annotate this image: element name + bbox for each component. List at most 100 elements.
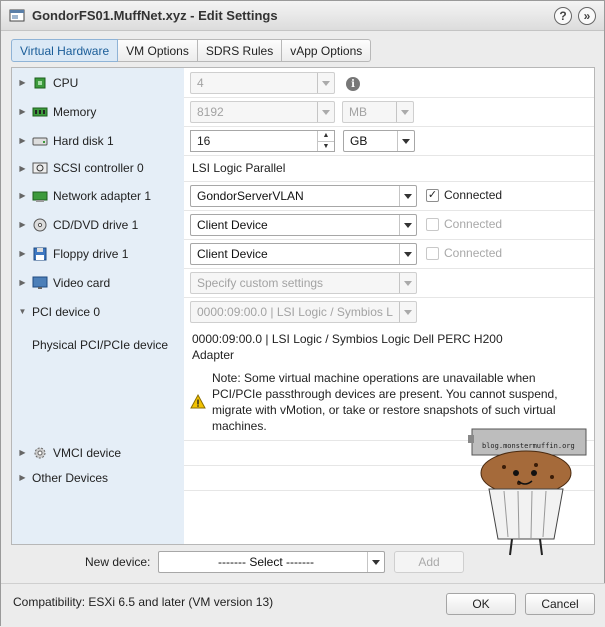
pci-value: 0000:09:00.0 | LSI Logic / Symbios L: [197, 305, 393, 319]
tab-vm-options[interactable]: VM Options: [118, 39, 198, 62]
cdrom-label: CD/DVD drive 1: [53, 217, 139, 232]
chevron-down-icon: [399, 215, 416, 235]
stepper-up-icon[interactable]: ▲: [318, 131, 334, 142]
pci-select[interactable]: 0000:09:00.0 | LSI Logic / Symbios L: [190, 301, 417, 323]
network-label-cell[interactable]: ▶ Network adapter 1: [12, 181, 184, 210]
cd-dvd-icon: [33, 218, 47, 231]
tab-vapp-options[interactable]: vApp Options: [282, 39, 372, 62]
expand-triangle-icon[interactable]: ▶: [18, 249, 27, 258]
network-value: GondorServerVLAN: [197, 189, 304, 203]
cdrom-label-cell[interactable]: ▶ CD/DVD drive 1: [12, 210, 184, 239]
title-bar: GondorFS01.MuffNet.xyz - Edit Settings ?…: [1, 1, 604, 31]
floppy-select[interactable]: Client Device: [190, 243, 417, 265]
floppy-connected-label: Connected: [444, 246, 503, 260]
scsi-controller-icon: [32, 162, 48, 174]
expand-triangle-icon[interactable]: ▶: [18, 191, 27, 200]
vmci-gear-icon: [34, 447, 46, 458]
cpu-label-cell[interactable]: ▶ CPU: [12, 68, 184, 97]
hard-disk-unit-select[interactable]: GB: [343, 130, 415, 152]
chevron-down-icon: [317, 73, 334, 93]
memory-size-field[interactable]: 8192: [190, 101, 335, 123]
cpu-count-select[interactable]: 4: [190, 72, 335, 94]
scsi-row: ▶ SCSI controller 0: [12, 155, 594, 181]
new-device-select[interactable]: ------- Select -------: [158, 551, 385, 573]
expand-triangle-icon[interactable]: ▶: [18, 136, 27, 145]
network-label: Network adapter 1: [53, 188, 152, 203]
tab-bar: Virtual Hardware VM Options SDRS Rules v…: [11, 39, 372, 62]
memory-icon: [32, 107, 48, 116]
vmci-label-cell[interactable]: ▶ VMCI device: [12, 440, 184, 465]
video-select[interactable]: Specify custom settings: [190, 272, 417, 294]
double-chevron-icon: »: [583, 8, 591, 23]
scsi-label-cell[interactable]: ▶ SCSI controller 0: [12, 155, 184, 181]
stepper-down-icon[interactable]: ▼: [318, 142, 334, 152]
floppy-value: Client Device: [197, 247, 268, 261]
vmci-label: VMCI device: [53, 445, 122, 460]
pci-label-cell[interactable]: ▼ PCI device 0: [12, 297, 184, 326]
memory-label-cell[interactable]: ▶ Memory: [12, 97, 184, 126]
memory-unit-select[interactable]: MB: [342, 101, 414, 123]
network-connected-label: Connected: [444, 188, 503, 202]
chevron-down-icon: [396, 102, 413, 122]
compatibility-text: Compatibility: ESXi 6.5 and later (VM ve…: [13, 595, 274, 609]
cdrom-select[interactable]: Client Device: [190, 214, 417, 236]
floppy-connected-checkbox[interactable]: Connected: [426, 246, 502, 260]
add-device-button[interactable]: Add: [394, 551, 464, 573]
vm-window-icon: [9, 9, 25, 21]
chevron-down-icon: [317, 102, 334, 122]
hard-disk-size-stepper[interactable]: 16 ▲ ▼: [190, 130, 335, 152]
window-title: GondorFS01.MuffNet.xyz - Edit Settings: [32, 8, 278, 23]
expand-triangle-icon[interactable]: ▶: [18, 78, 27, 87]
chevron-down-icon: [399, 244, 416, 264]
expand-triangle-icon[interactable]: ▶: [18, 107, 27, 116]
edit-settings-dialog: GondorFS01.MuffNet.xyz - Edit Settings ?…: [0, 0, 605, 627]
video-label: Video card: [53, 275, 111, 290]
video-label-cell[interactable]: ▶ Video card: [12, 268, 184, 297]
memory-label: Memory: [53, 104, 97, 119]
network-adapter-icon: [32, 191, 48, 202]
tab-virtual-hardware[interactable]: Virtual Hardware: [11, 39, 119, 62]
muffin-mascot-logo: blog.monstermuffin.org: [468, 428, 587, 556]
hard-disk-label-cell[interactable]: ▶ Hard disk 1: [12, 126, 184, 155]
chevron-down-icon: [399, 186, 416, 206]
expand-triangle-icon[interactable]: ▶: [18, 220, 27, 229]
collapse-button[interactable]: »: [578, 6, 596, 25]
hard-disk-size-value: 16: [197, 134, 211, 148]
memory-size-value: 8192: [197, 105, 224, 119]
cancel-button[interactable]: Cancel: [525, 593, 595, 615]
tab-sdrs-rules[interactable]: SDRS Rules: [197, 39, 283, 62]
help-button[interactable]: ?: [554, 6, 572, 25]
floppy-label-cell[interactable]: ▶ Floppy drive 1: [12, 239, 184, 268]
cdrom-connected-label: Connected: [444, 217, 503, 231]
info-icon[interactable]: i: [346, 77, 360, 91]
hard-disk-icon: [32, 137, 48, 145]
chevron-down-icon: [367, 552, 384, 572]
cdrom-value: Client Device: [197, 218, 268, 232]
watermark-text: blog.monstermuffin.org: [482, 442, 575, 450]
expand-triangle-icon[interactable]: ▶: [18, 448, 27, 457]
new-device-label: New device:: [85, 555, 151, 569]
collapse-triangle-icon[interactable]: ▼: [18, 307, 27, 316]
help-icon: ?: [559, 8, 567, 23]
video-card-icon: [32, 276, 48, 289]
expand-triangle-icon[interactable]: ▶: [18, 164, 27, 173]
hard-disk-label: Hard disk 1: [53, 133, 114, 148]
floppy-label: Floppy drive 1: [53, 246, 129, 261]
cdrom-connected-checkbox[interactable]: Connected: [426, 217, 502, 231]
pci-label: PCI device 0: [32, 304, 101, 319]
cpu-count-value: 4: [197, 76, 204, 90]
dialog-footer: Compatibility: ESXi 6.5 and later (VM ve…: [1, 583, 605, 627]
other-devices-label-cell[interactable]: ▶ Other Devices: [12, 465, 184, 490]
pci-physical-label: Physical PCI/PCIe device: [32, 338, 169, 352]
warning-icon: [190, 393, 206, 409]
expand-triangle-icon[interactable]: ▶: [18, 278, 27, 287]
network-connected-checkbox[interactable]: ✓ Connected: [426, 188, 502, 202]
network-select[interactable]: GondorServerVLAN: [190, 185, 417, 207]
ok-button[interactable]: OK: [446, 593, 516, 615]
hard-disk-unit-value: GB: [350, 134, 368, 148]
new-device-select-value: ------- Select -------: [218, 555, 314, 569]
expand-triangle-icon[interactable]: ▶: [18, 473, 27, 482]
video-value: Specify custom settings: [197, 276, 324, 290]
scsi-value: LSI Logic Parallel: [192, 161, 286, 175]
cpu-label: CPU: [53, 75, 79, 90]
